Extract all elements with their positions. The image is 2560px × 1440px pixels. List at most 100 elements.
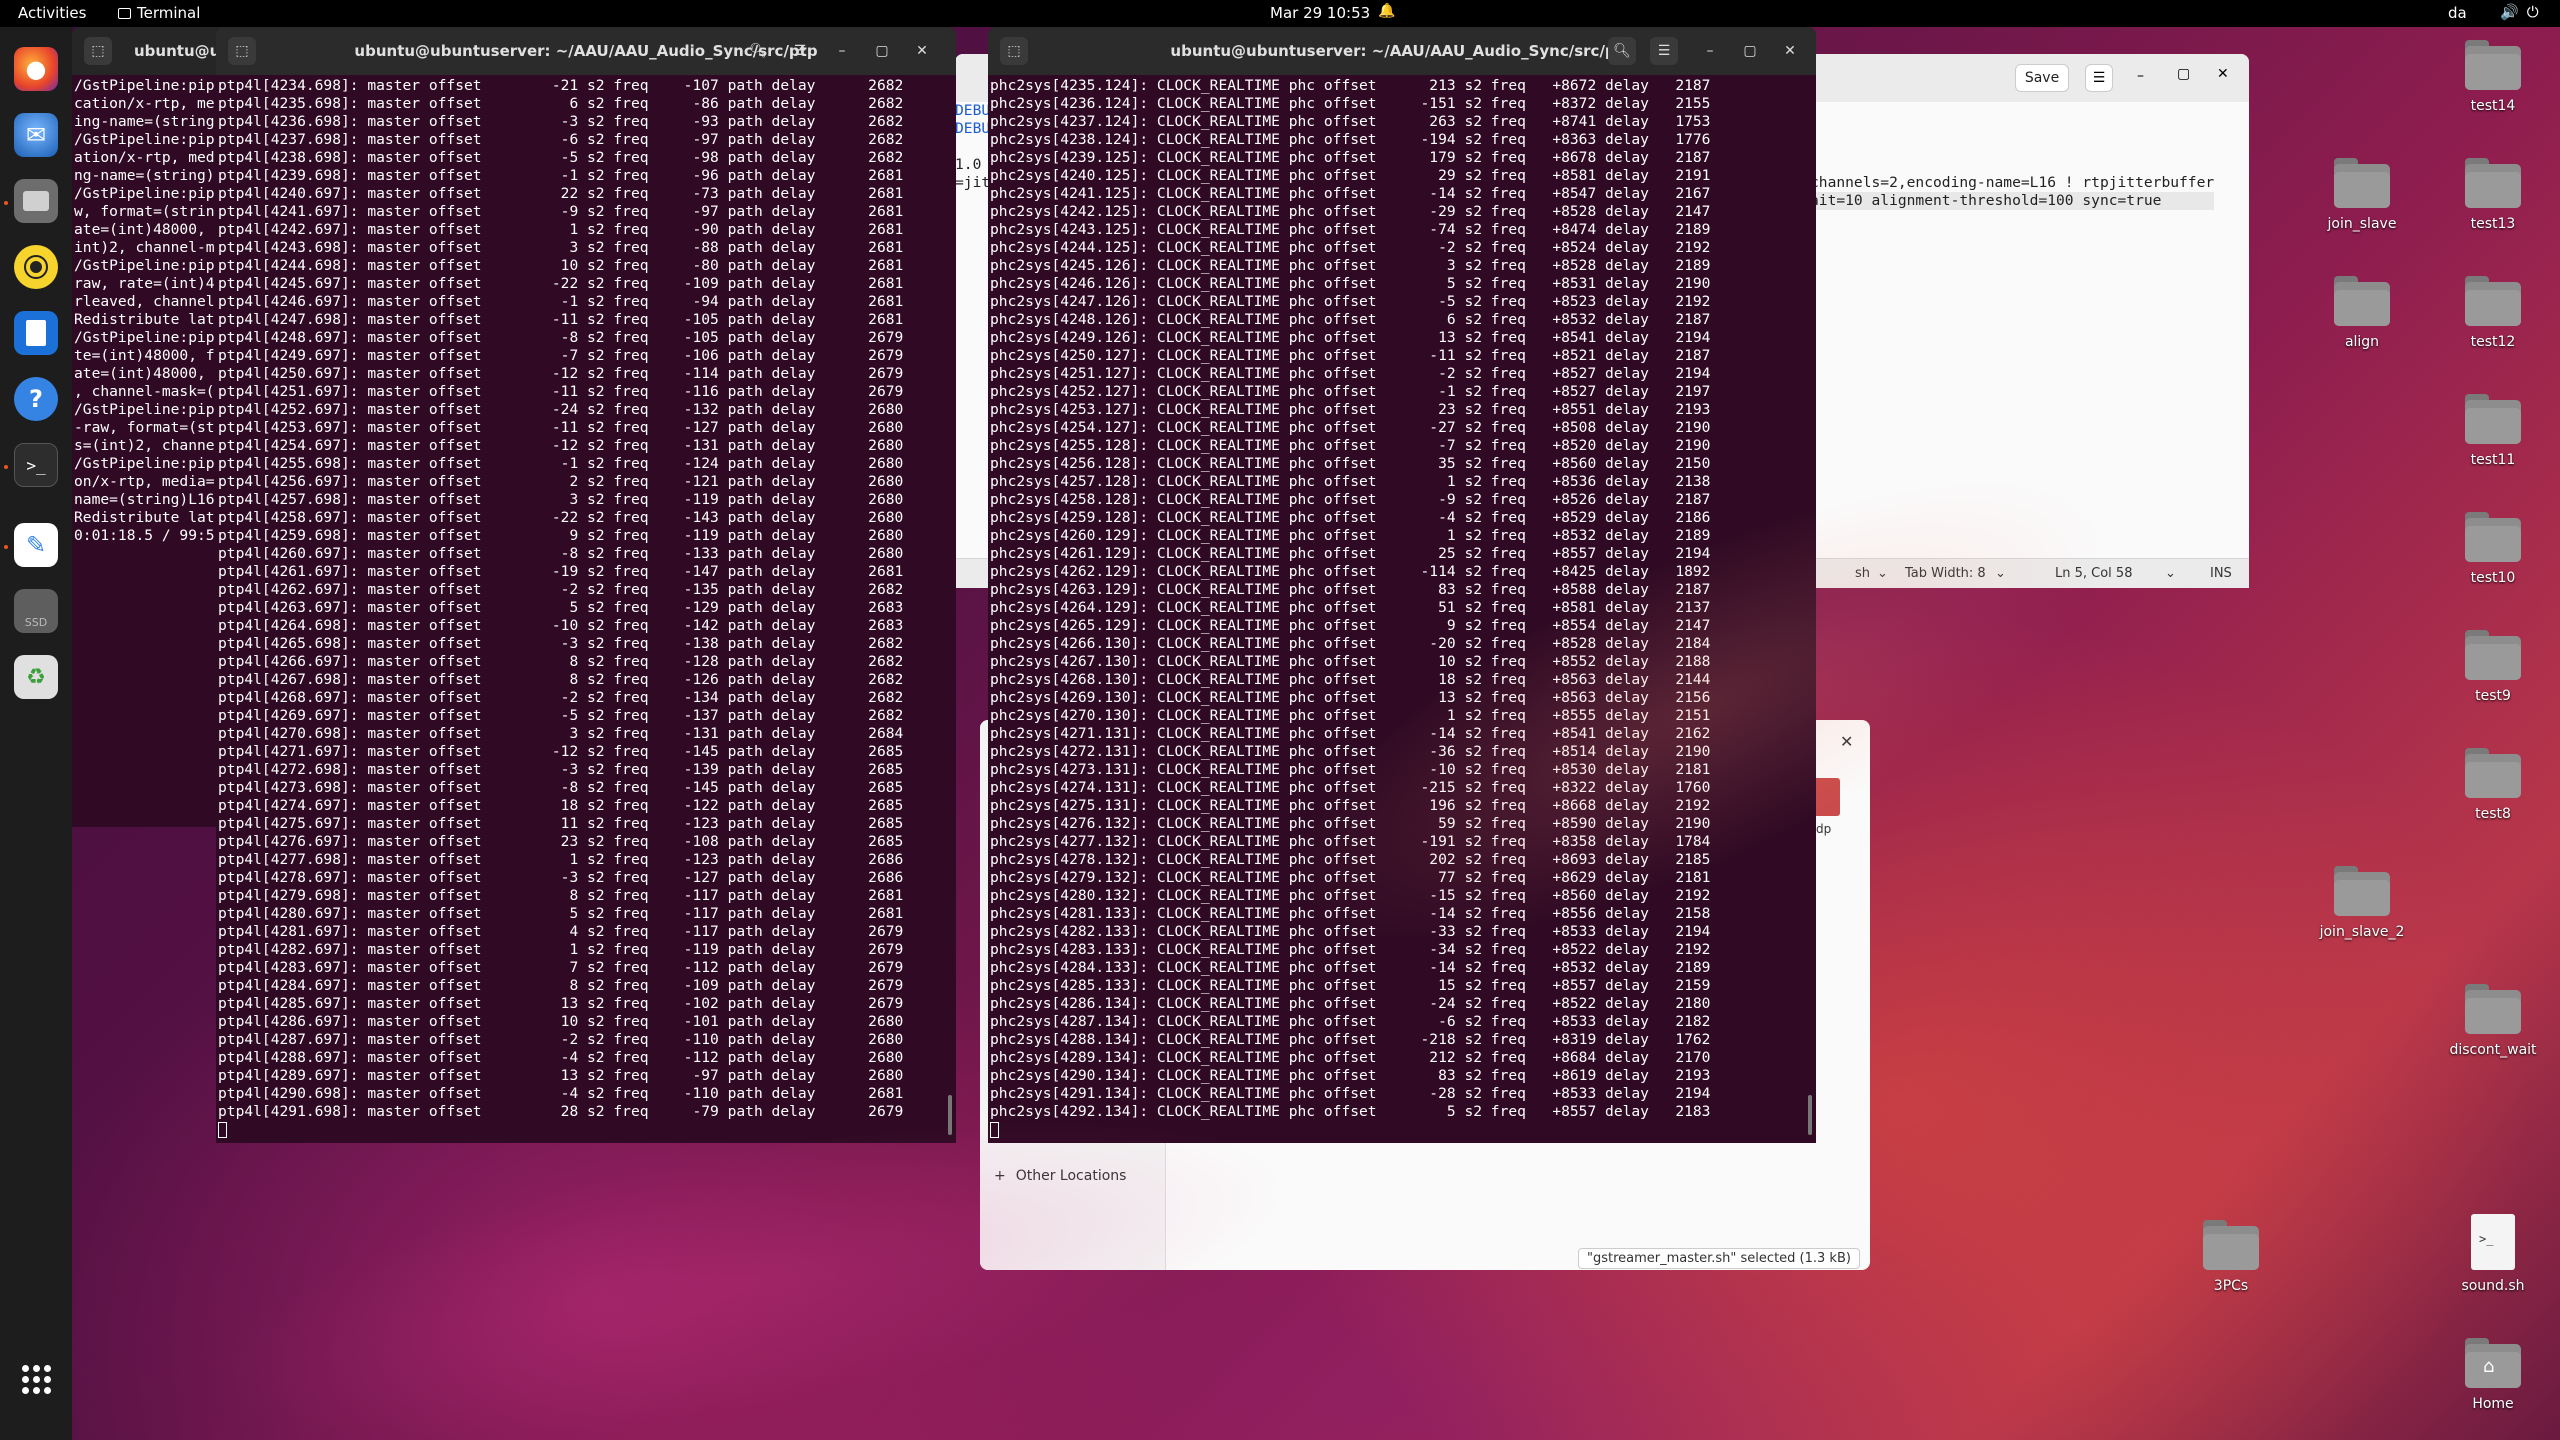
folder-icon xyxy=(2465,158,2521,208)
terminal-line: ptp4l[4252.697]: master offset -24 s2 fr… xyxy=(218,401,904,418)
desktop-icon-label: 3PCs xyxy=(2213,1278,2249,1294)
notification-bell-icon[interactable]: 🔔 xyxy=(1378,3,1395,19)
system-tray[interactable]: 🔊 ⏻ xyxy=(2500,3,2539,21)
script-file-icon: >_ xyxy=(2471,1214,2515,1270)
terminal-line: ptp4l[4284.697]: master offset 8 s2 freq… xyxy=(218,977,904,994)
terminal-line: ptp4l[4259.698]: master offset 9 s2 freq… xyxy=(218,527,904,544)
maximize-icon[interactable]: ▢ xyxy=(868,37,896,65)
editor-line: ait=10 alignment-threshold=100 sync=true xyxy=(1810,192,2215,210)
desktop-folder-test14[interactable]: test14 xyxy=(2433,40,2553,114)
close-icon[interactable]: ✕ xyxy=(1776,37,1804,65)
terminal-line: ptp4l[4280.697]: master offset 5 s2 freq… xyxy=(218,905,904,922)
terminal-line: ptp4l[4269.697]: master offset -5 s2 fre… xyxy=(218,707,904,724)
desktop-folder-test12[interactable]: test12 xyxy=(2433,276,2553,350)
terminal-line: ptp4l[4278.697]: master offset -3 s2 fre… xyxy=(218,869,904,886)
folder-icon xyxy=(2465,630,2521,680)
ssd-label: SSD xyxy=(24,616,48,629)
terminal-line: ptp4l[4266.697]: master offset 8 s2 freq… xyxy=(218,653,904,670)
rhythmbox-icon[interactable] xyxy=(14,245,58,289)
desktop-folder-test8[interactable]: test8 xyxy=(2433,748,2553,822)
desktop-icon-label: test8 xyxy=(2475,806,2511,822)
terminal-line: ptp4l[4263.697]: master offset 5 s2 freq… xyxy=(218,599,904,616)
writer-icon[interactable] xyxy=(14,311,58,355)
terminal-header-bar: ⬚ ubuntu@ubuntuserver: ~/AAU/AAU_Audio_S… xyxy=(216,27,956,75)
activities-button[interactable]: Activities xyxy=(18,4,86,22)
terminal-line: ptp4l[4288.697]: master offset -4 s2 fre… xyxy=(218,1049,904,1066)
terminal-line: ptp4l[4283.697]: master offset 7 s2 freq… xyxy=(218,959,904,976)
power-icon[interactable]: ⏻ xyxy=(2527,3,2539,21)
minimize-icon[interactable]: – xyxy=(2137,68,2144,84)
close-icon[interactable]: ✕ xyxy=(908,37,936,65)
maximize-icon[interactable]: ▢ xyxy=(1736,37,1764,65)
new-tab-icon[interactable]: ⬚ xyxy=(84,37,112,65)
terminal-line: phc2sys[4243.125]: CLOCK_REALTIME phc of… xyxy=(990,221,1711,238)
terminal-line: phc2sys[4260.129]: CLOCK_REALTIME phc of… xyxy=(990,527,1711,544)
firefox-icon[interactable]: ● xyxy=(14,47,58,91)
desktop-icon-label: test14 xyxy=(2470,98,2516,114)
clock[interactable]: Mar 29 10:53 xyxy=(1270,4,1370,22)
volume-icon[interactable]: 🔊 xyxy=(2500,3,2519,21)
terminal-line: ptp4l[4267.698]: master offset 8 s2 freq… xyxy=(218,671,904,688)
desktop-file-sound-sh[interactable]: >_ sound.sh xyxy=(2433,1214,2553,1294)
terminal-line: phc2sys[4253.127]: CLOCK_REALTIME phc of… xyxy=(990,401,1711,418)
desktop-folder-join-slave-2[interactable]: join_slave_2 xyxy=(2302,866,2422,940)
desktop-folder-test10[interactable]: test10 xyxy=(2433,512,2553,586)
terminal-output[interactable]: ptp4l[4234.698]: master offset -21 s2 fr… xyxy=(216,75,956,1139)
desktop-folder-join-slave[interactable]: join_slave xyxy=(2302,158,2422,232)
terminal-line: ptp4l[4260.697]: master offset -8 s2 fre… xyxy=(218,545,904,562)
desktop-home[interactable]: ⌂ Home xyxy=(2433,1338,2553,1412)
hamburger-menu-icon[interactable]: ☰ xyxy=(786,37,814,65)
folder-icon xyxy=(2334,276,2390,326)
terminal-line: ptp4l[4286.697]: master offset 10 s2 fre… xyxy=(218,1013,904,1030)
desktop-folder-test11[interactable]: test11 xyxy=(2433,394,2553,468)
terminal-line: ptp4l[4282.697]: master offset 1 s2 freq… xyxy=(218,941,904,958)
terminal-line: ptp4l[4256.697]: master offset 2 s2 freq… xyxy=(218,473,904,490)
terminal-line: ptp4l[4276.697]: master offset 23 s2 fre… xyxy=(218,833,904,850)
terminal-line: phc2sys[4251.127]: CLOCK_REALTIME phc of… xyxy=(990,365,1711,382)
app-menu[interactable]: Terminal xyxy=(118,4,200,22)
minimize-icon[interactable]: – xyxy=(1696,37,1724,65)
folder-icon xyxy=(2465,40,2521,90)
keyboard-layout-indicator[interactable]: da xyxy=(2448,4,2467,22)
terminal-line: phc2sys[4259.128]: CLOCK_REALTIME phc of… xyxy=(990,509,1711,526)
save-button[interactable]: Save xyxy=(2015,64,2069,92)
desktop-folder-test13[interactable]: test13 xyxy=(2433,158,2553,232)
trash-icon[interactable]: ♻ xyxy=(14,655,58,699)
terminal-line: phc2sys[4254.127]: CLOCK_REALTIME phc of… xyxy=(990,419,1711,436)
desktop-folder-test9[interactable]: test9 xyxy=(2433,630,2553,704)
desktop-folder-3pcs[interactable]: 3PCs xyxy=(2171,1220,2291,1294)
insert-mode[interactable]: INS xyxy=(2210,566,2232,581)
editor-left-gutter: DEBU DEBU 1.0 =jit xyxy=(955,102,990,192)
terminal-line: ptp4l[4273.698]: master offset -8 s2 fre… xyxy=(218,779,904,796)
ssd-drive-icon[interactable]: SSD xyxy=(14,589,58,633)
minimize-icon[interactable]: – xyxy=(828,37,856,65)
dock: ● ✉ ? >_ ✎ SSD ♻ xyxy=(0,27,72,1440)
editor-text[interactable]: channels=2,encoding-name=L16 ! rtpjitter… xyxy=(1810,174,2215,210)
files-icon[interactable] xyxy=(14,179,58,223)
terminal-icon[interactable]: >_ xyxy=(14,443,58,487)
search-icon[interactable]: 🔍︎ xyxy=(744,37,772,65)
text-editor-icon[interactable]: ✎ xyxy=(14,523,58,567)
close-icon[interactable]: ✕ xyxy=(2217,66,2229,82)
show-apps-icon[interactable] xyxy=(14,1357,58,1401)
top-bar: Activities Terminal Mar 29 10:53 🔔 da 🔊 … xyxy=(0,0,2560,27)
help-icon[interactable]: ? xyxy=(14,377,58,421)
hamburger-menu-icon[interactable]: ☰ xyxy=(2085,64,2113,92)
terminal-line: ptp4l[4247.698]: master offset -11 s2 fr… xyxy=(218,311,904,328)
desktop-folder-discont-wait[interactable]: discont_wait xyxy=(2433,984,2553,1058)
desktop-folder-align[interactable]: align xyxy=(2302,276,2422,350)
terminal-cursor xyxy=(218,1122,227,1138)
terminal-line: phc2sys[4247.126]: CLOCK_REALTIME phc of… xyxy=(990,293,1711,310)
terminal-line: phc2sys[4237.124]: CLOCK_REALTIME phc of… xyxy=(990,113,1711,130)
thunderbird-icon[interactable]: ✉ xyxy=(14,113,58,157)
scrollbar[interactable] xyxy=(1808,1095,1812,1135)
terminal-line: phc2sys[4285.133]: CLOCK_REALTIME phc of… xyxy=(990,977,1711,994)
search-icon[interactable]: 🔍︎ xyxy=(1608,37,1636,65)
terminal-line: ptp4l[4242.697]: master offset 1 s2 freq… xyxy=(218,221,904,238)
terminal-line: phc2sys[4287.134]: CLOCK_REALTIME phc of… xyxy=(990,1013,1711,1030)
hamburger-menu-icon[interactable]: ☰ xyxy=(1650,37,1678,65)
maximize-icon[interactable]: ▢ xyxy=(2177,66,2190,82)
desktop-icon-label: align xyxy=(2344,334,2380,350)
terminal-line: ptp4l[4261.697]: master offset -19 s2 fr… xyxy=(218,563,904,580)
terminal-line: ptp4l[4290.698]: master offset -4 s2 fre… xyxy=(218,1085,904,1102)
